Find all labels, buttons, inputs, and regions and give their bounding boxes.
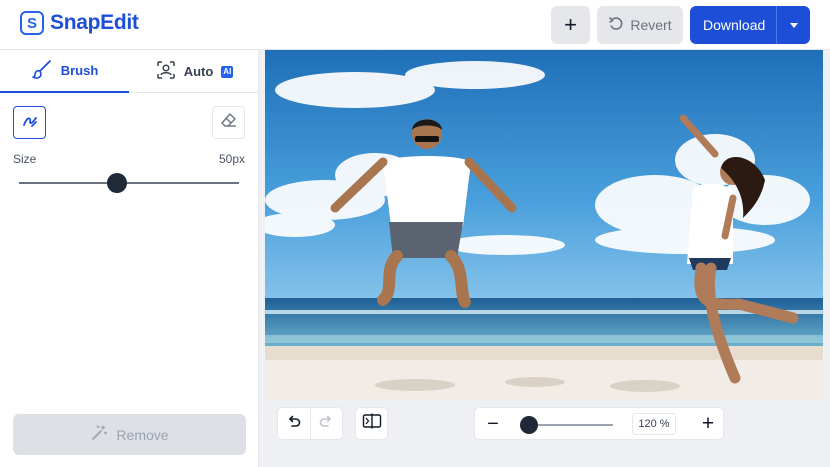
- tab-brush[interactable]: Brush: [0, 50, 129, 93]
- size-label: Size: [13, 152, 37, 166]
- tab-auto-label: Auto: [183, 64, 214, 79]
- download-divider: [776, 6, 777, 44]
- tab-auto[interactable]: Auto AI: [130, 50, 259, 93]
- brush-tool-button[interactable]: [13, 106, 46, 139]
- revert-label: Revert: [630, 17, 672, 33]
- logo-mark-icon: S: [20, 11, 44, 35]
- beach-photo: [265, 50, 823, 400]
- zoom-controls: − 120 % +: [474, 407, 724, 440]
- redo-button[interactable]: [309, 408, 342, 439]
- compare-button[interactable]: [355, 407, 388, 440]
- add-image-button[interactable]: +: [551, 6, 590, 44]
- ai-badge: AI: [221, 65, 234, 78]
- history-controls: [277, 407, 343, 440]
- face-scan-icon: [156, 60, 176, 83]
- chevron-down-icon[interactable]: [788, 19, 800, 31]
- remove-button[interactable]: Remove: [13, 414, 246, 455]
- revert-icon: [608, 16, 624, 35]
- brush-icon: [31, 58, 53, 83]
- download-label: Download: [703, 17, 766, 33]
- tool-panel: Brush Auto AI Size 50px Remove: [0, 50, 259, 467]
- undo-button[interactable]: [278, 408, 310, 439]
- undo-icon: [286, 413, 302, 434]
- brush-stroke-icon: [21, 111, 39, 134]
- app-name: SnapEdit: [50, 11, 139, 34]
- magic-wand-icon: [90, 424, 108, 445]
- mode-tabs: Brush Auto AI: [0, 50, 259, 93]
- eraser-icon: [220, 111, 238, 134]
- image-canvas[interactable]: [265, 50, 823, 400]
- zoom-slider-thumb[interactable]: [520, 416, 538, 434]
- tab-brush-label: Brush: [60, 63, 99, 78]
- zoom-out-button[interactable]: −: [483, 411, 503, 437]
- zoom-in-button[interactable]: +: [697, 411, 719, 437]
- top-bar: S SnapEdit + Revert Download: [0, 0, 830, 50]
- eraser-tool-button[interactable]: [212, 106, 245, 139]
- redo-icon: [318, 413, 334, 434]
- revert-button[interactable]: Revert: [597, 6, 683, 44]
- plus-icon: +: [564, 12, 577, 37]
- remove-label: Remove: [116, 426, 169, 443]
- size-value: 50px: [218, 152, 245, 166]
- app-logo[interactable]: S SnapEdit: [20, 10, 139, 36]
- compare-icon: [362, 413, 382, 434]
- brush-size-slider-thumb[interactable]: [107, 173, 127, 193]
- brush-size-slider[interactable]: [19, 182, 239, 184]
- zoom-value[interactable]: 120 %: [632, 413, 676, 435]
- download-button[interactable]: Download: [690, 6, 810, 44]
